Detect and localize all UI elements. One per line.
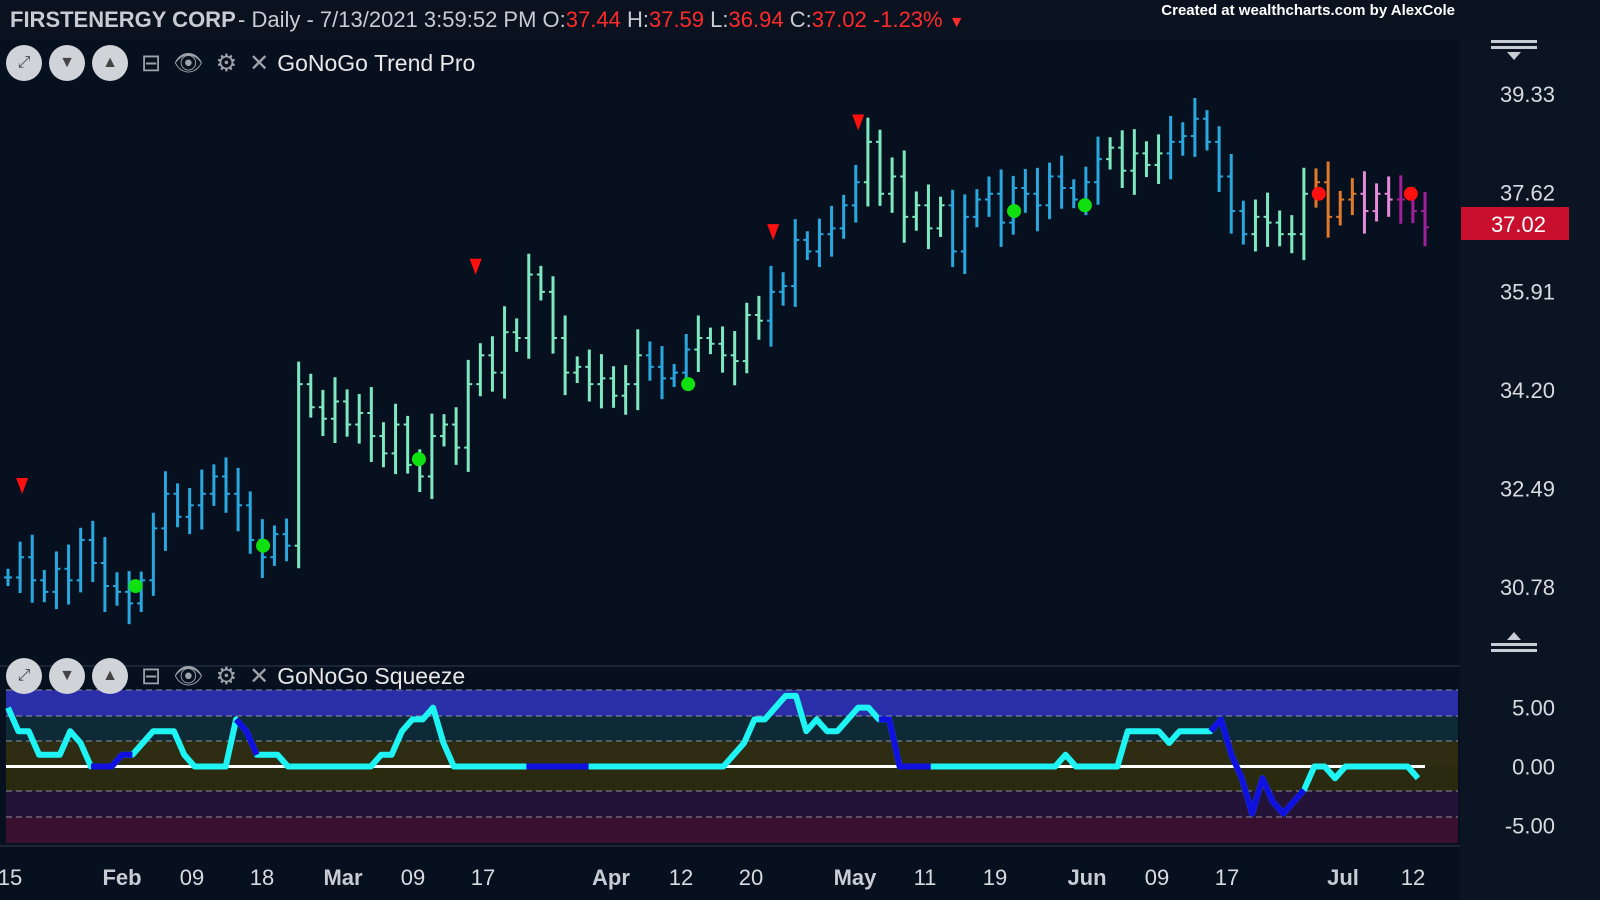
chart-canvas[interactable]: 39.33 37.62 35.91 34.20 32.49 30.78 5.00 0.00 -… (0, 38, 1600, 900)
symbol-title: FIRSTENERGY CORP (10, 7, 236, 32)
squeeze-band-6 (6, 817, 1458, 843)
datetime-label: 7/13/2021 3:59:52 PM (319, 7, 537, 32)
go-dot-marker (411, 452, 426, 467)
go-dot-marker (128, 579, 143, 594)
time-tick-label: 19 (983, 865, 1007, 890)
expand-icon: ⤢ (17, 667, 31, 684)
time-tick-label: Jul (1327, 865, 1359, 890)
interval-label: Daily (251, 7, 301, 32)
chevron-up-icon: ▲ (102, 54, 118, 71)
go-dot-marker (1007, 204, 1022, 219)
change-percent: -1.23% (872, 7, 943, 32)
squeeze-panel-toolbar: ⤢ ▼ ▲ ⊟ 👁 ⚙ ✕ GoNoGo Squeeze (6, 658, 465, 694)
time-tick-label: 17 (471, 865, 495, 890)
price-bars (4, 98, 1429, 625)
chevron-down-icon: ▼ (59, 667, 75, 684)
down-arrow-marker (469, 258, 482, 275)
time-tick-label: Mar (323, 865, 363, 890)
time-tick-label: 09 (180, 865, 204, 890)
expand-icon: ⤢ (17, 54, 31, 71)
eye-icon[interactable]: 👁 (173, 662, 203, 691)
last-price-label: 37.02 (1491, 212, 1546, 237)
time-tick-label: 18 (250, 865, 274, 890)
go-dot-marker (681, 377, 696, 392)
down-triangle-icon: ▼ (948, 14, 965, 31)
nogo-dot-marker (1311, 186, 1326, 201)
trend-panel-toolbar: ⤢ ▼ ▲ ⊟ 👁 ⚙ ✕ GoNoGo Trend Pro (6, 45, 475, 81)
time-tick-label: 12 (669, 865, 693, 890)
expand-button[interactable]: ⤢ (6, 45, 42, 81)
time-tick-label: 12 (1401, 865, 1425, 890)
price-tick-label: 32.49 (1500, 477, 1555, 502)
move-down-button[interactable]: ▼ (49, 45, 85, 81)
move-up-button[interactable]: ▲ (92, 45, 128, 81)
price-tick-label: 37.62 (1500, 181, 1555, 206)
time-tick-label: Apr (592, 865, 630, 890)
time-tick-label: 09 (1145, 865, 1169, 890)
squeeze-band-2 (6, 716, 1458, 741)
collapse-icon[interactable]: ⊟ (141, 662, 161, 691)
eye-icon[interactable]: 👁 (173, 49, 203, 78)
move-down-button[interactable]: ▼ (49, 658, 85, 694)
nogo-dot-marker (1403, 186, 1418, 201)
price-tick-label: 39.33 (1500, 82, 1555, 107)
time-tick-label: 20 (739, 865, 763, 890)
time-tick-label: 11 (914, 865, 937, 890)
squeeze-tick-label: 0.00 (1512, 755, 1555, 780)
close-icon[interactable]: ✕ (249, 49, 269, 78)
open-value: 37.44 (565, 7, 621, 32)
quote-line: - Daily - 7/13/2021 3:59:52 PM O:37.44 H… (238, 7, 965, 32)
time-tick-label: 17 (1215, 865, 1239, 890)
chevron-up-icon: ▲ (102, 667, 118, 684)
chart-header: FIRSTENERGY CORP - Daily - 7/13/2021 3:5… (0, 0, 1600, 38)
price-tick-label: 30.78 (1500, 575, 1555, 600)
go-dot-marker (256, 538, 271, 553)
close-value: 37.02 (811, 7, 867, 32)
squeeze-axis-ticks: 5.00 0.00 -5.00 (1505, 696, 1555, 839)
close-icon[interactable]: ✕ (249, 662, 269, 691)
trend-panel-title: GoNoGo Trend Pro (277, 49, 476, 76)
gear-icon[interactable]: ⚙ (216, 49, 238, 78)
squeeze-panel-title: GoNoGo Squeeze (277, 662, 466, 689)
go-dot-marker (1077, 198, 1092, 213)
squeeze-tick-label: -5.00 (1505, 813, 1555, 838)
time-tick-label: May (834, 865, 878, 890)
chevron-down-icon: ▼ (59, 54, 75, 71)
time-tick-label: 15 (0, 865, 22, 890)
collapse-icon[interactable]: ⊟ (141, 49, 161, 78)
down-arrow-marker (767, 224, 780, 241)
gear-icon[interactable]: ⚙ (216, 662, 238, 691)
time-tick-label: Feb (102, 865, 141, 890)
move-up-button[interactable]: ▲ (92, 658, 128, 694)
down-arrow-marker (16, 478, 29, 494)
price-markers (16, 114, 1418, 594)
squeeze-band-5 (6, 791, 1458, 817)
price-tick-label: 35.91 (1500, 279, 1555, 304)
time-axis-ticks: 15 Feb 09 18 Mar 09 17 Apr 12 20 May 11 19 Jun 09 17 Jul… (0, 865, 1425, 890)
high-value: 37.59 (648, 7, 705, 32)
squeeze-tick-label: 5.00 (1512, 696, 1555, 721)
expand-button[interactable]: ⤢ (6, 658, 42, 694)
credit-label: Created at wealthcharts.com by AlexCole (1161, 2, 1455, 19)
time-tick-label: 09 (401, 865, 425, 890)
price-tick-label: 34.20 (1500, 378, 1555, 403)
down-arrow-marker (852, 114, 865, 131)
time-tick-label: Jun (1067, 865, 1106, 890)
low-value: 36.94 (728, 7, 784, 32)
